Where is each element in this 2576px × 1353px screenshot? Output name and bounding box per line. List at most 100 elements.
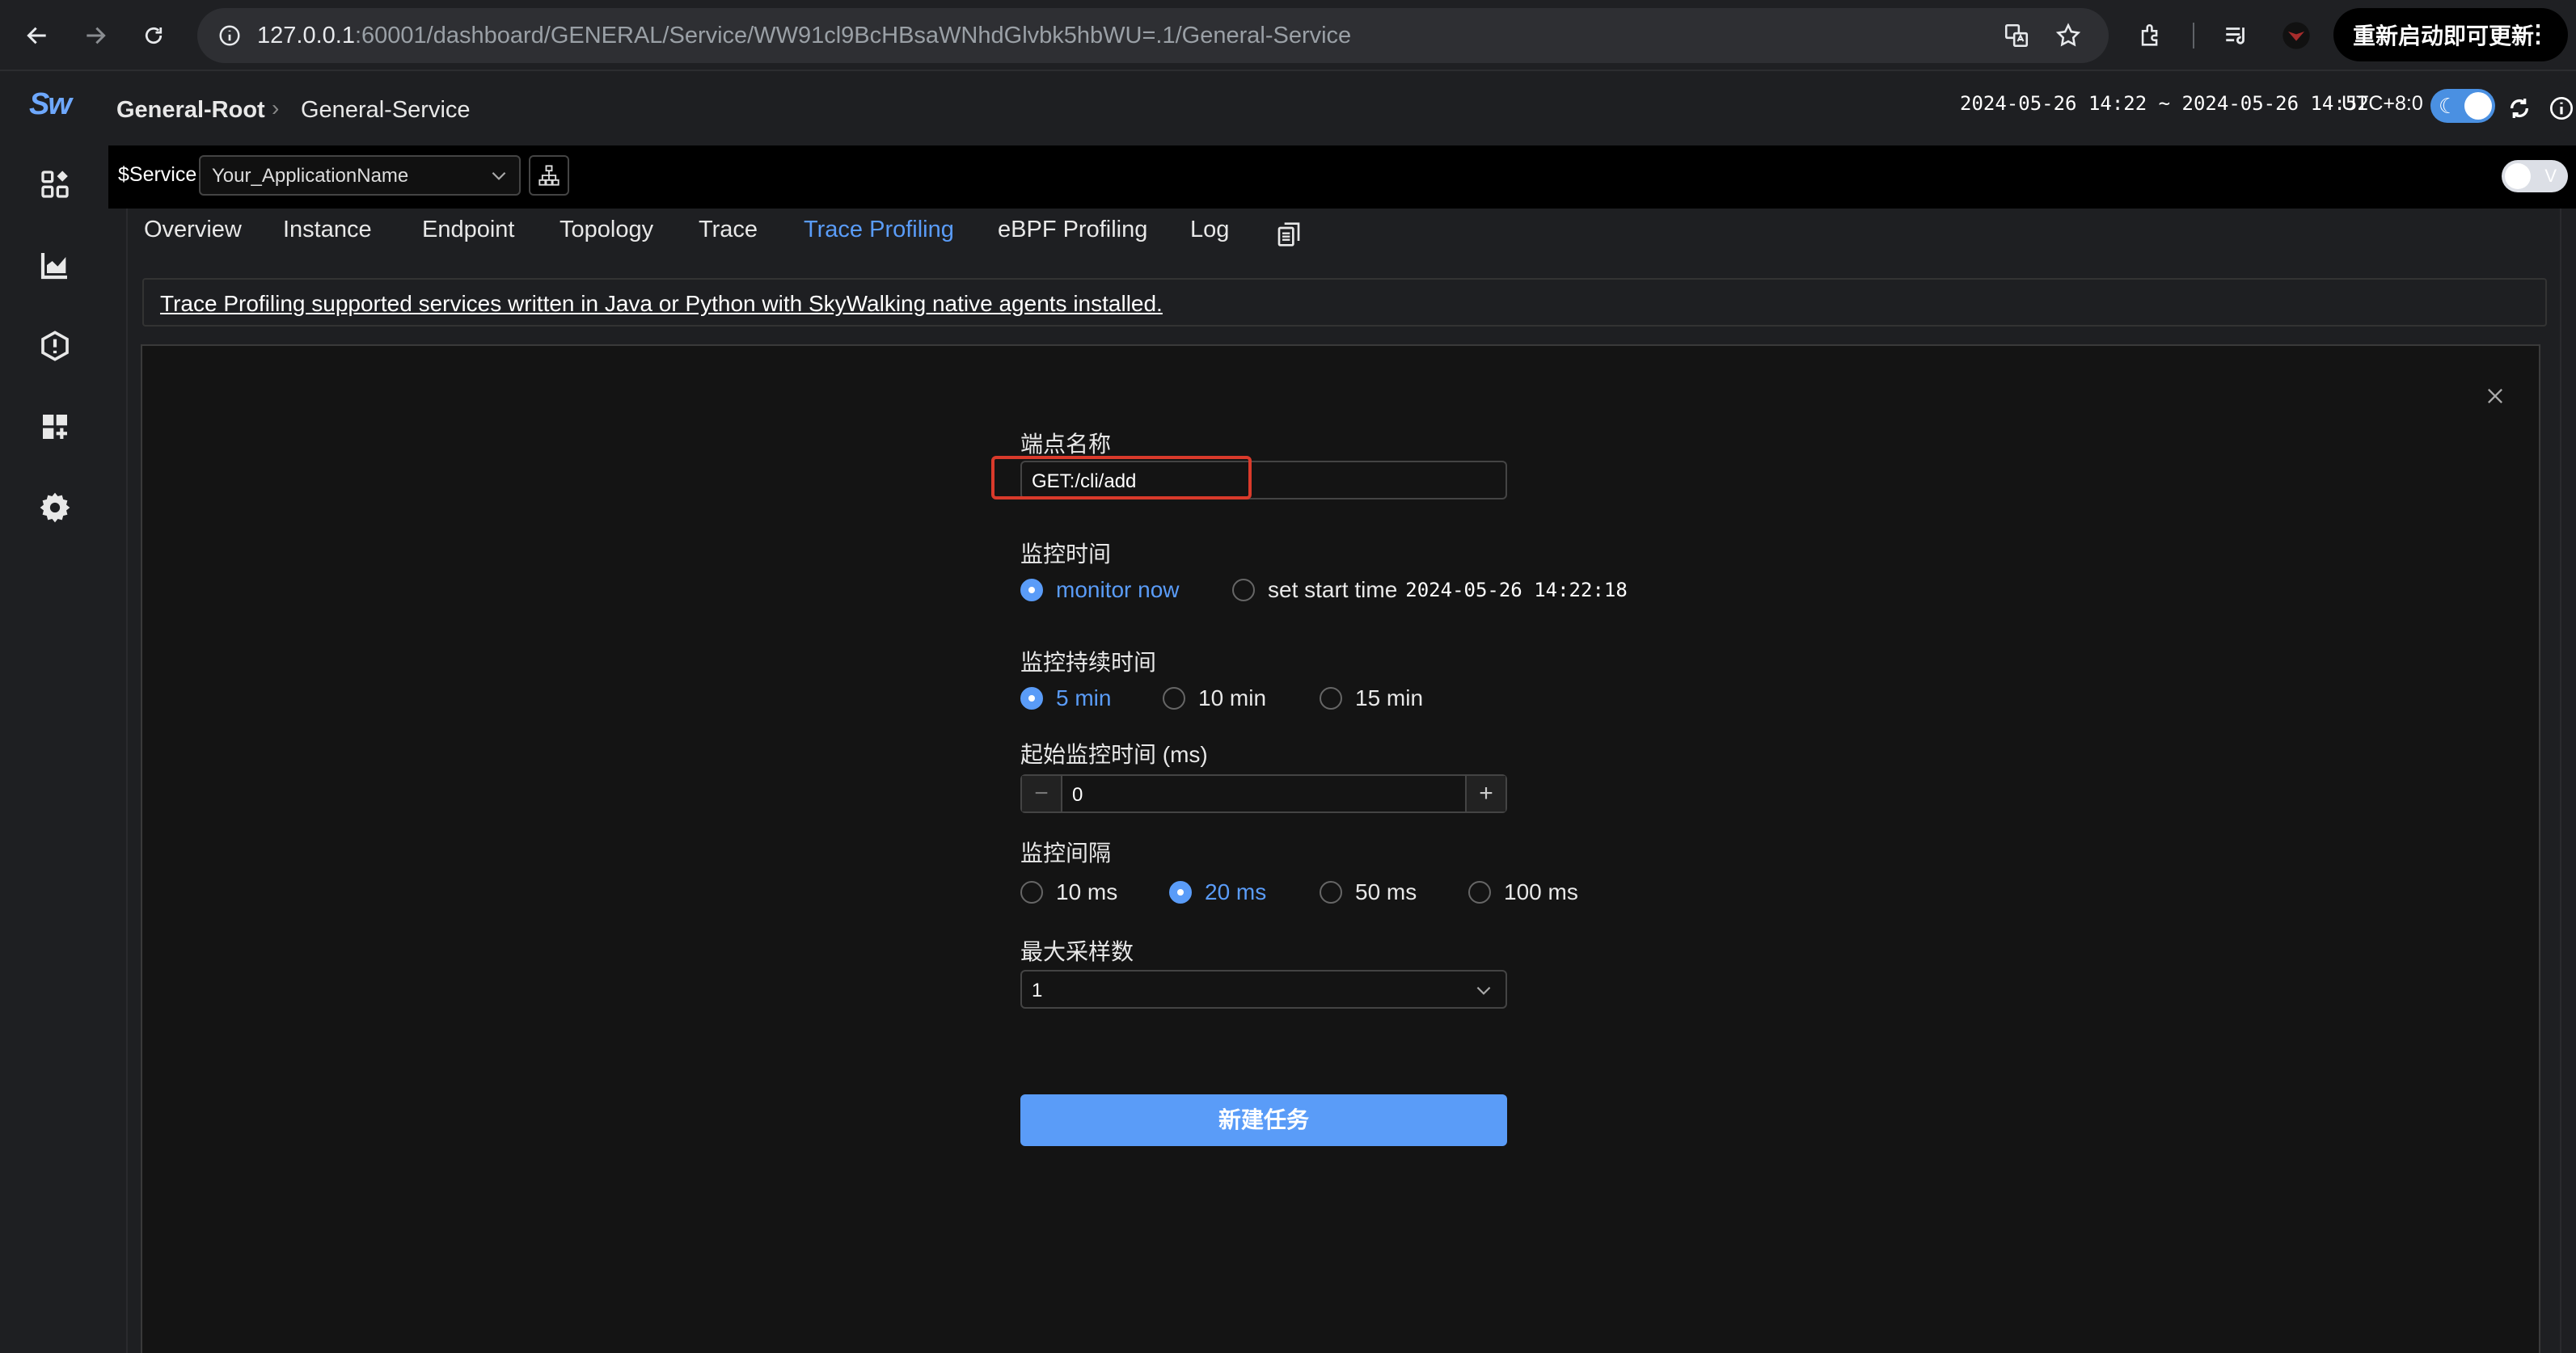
radio-dot [1163,687,1185,710]
interval-label: 监控间隔 [1020,841,1112,866]
dashboard-header: General-Root › General-Service 2024-05-2… [108,73,2576,145]
tab-instance[interactable]: Instance [283,217,372,243]
extensions-icon[interactable] [2130,15,2172,57]
dashboard-icon[interactable] [32,162,78,207]
max-samples-label: 最大采样数 [1020,939,1134,964]
address-bar[interactable]: 127.0.0.1:60001/dashboard/GENERAL/Servic… [197,8,2109,63]
interval-option-label: 100 ms [1504,879,1578,904]
timezone-label[interactable]: UTC+8:0 [2342,92,2423,116]
tab-bar: Overview Instance Endpoint Topology Trac… [128,209,2563,268]
profile-avatar-icon[interactable] [2275,15,2317,57]
set-start-time-label: set start time [1268,577,1398,602]
duration-option-label: 15 min [1355,685,1424,710]
add-widget-icon[interactable] [32,404,78,449]
service-select[interactable]: Your_ApplicationName [199,155,521,196]
notice-link[interactable]: Trace Profiling supported services writt… [160,291,1163,317]
radio-dot [1020,687,1043,710]
left-sidebar: Sw [0,73,108,1353]
copy-icon[interactable] [1273,218,1305,251]
monitor-now-label: monitor now [1056,577,1180,602]
chevron-down-icon [488,165,509,190]
endpoint-label: 端点名称 [1020,432,1112,457]
forward-icon[interactable] [74,15,116,57]
close-icon[interactable] [2479,380,2511,412]
relaunch-update-button[interactable]: 重新启动即可更新 ⋮ [2333,8,2568,61]
main-content: Overview Instance Endpoint Topology Trac… [126,209,2561,1353]
reload-icon[interactable] [133,15,175,57]
duration-15min-radio[interactable]: 15 min [1320,685,1423,711]
radio-dot [1232,579,1255,601]
start-time-value[interactable]: 2024-05-26 14:22:18 [1405,579,1628,601]
alert-icon[interactable] [32,323,78,369]
radio-dot [1020,881,1043,904]
increment-button[interactable]: + [1465,776,1505,811]
start-offset-value[interactable]: 0 [1072,784,1083,807]
radio-dot [1320,687,1342,710]
site-info-icon[interactable] [210,16,249,55]
back-icon[interactable] [16,15,58,57]
reading-list-icon[interactable] [2215,15,2257,57]
interval-10ms-radio[interactable]: 10 ms [1020,879,1117,905]
duration-label: 监控持续时间 [1020,650,1157,675]
radio-dot [1020,579,1043,601]
auto-refresh-icon[interactable] [2503,92,2536,124]
tab-endpoint[interactable]: Endpoint [422,217,515,243]
hierarchy-button[interactable] [529,155,569,196]
chart-icon[interactable] [32,242,78,288]
interval-option-label: 10 ms [1056,879,1118,904]
breadcrumb-root[interactable]: General-Root [116,97,265,124]
tab-trace[interactable]: Trace [699,217,758,243]
toolbar-divider [2193,23,2194,48]
chevron-down-icon [1473,980,1494,1005]
tab-trace-profiling[interactable]: Trace Profiling [804,217,954,243]
duration-5min-radio[interactable]: 5 min [1020,685,1111,711]
start-offset-label: 起始监控时间 (ms) [1020,742,1208,767]
view-toggle[interactable]: V [2502,160,2568,192]
create-task-button[interactable]: 新建任务 [1020,1094,1507,1146]
tab-overview[interactable]: Overview [144,217,242,243]
max-samples-select[interactable]: 1 [1020,970,1507,1009]
duration-option-label: 10 min [1198,685,1267,710]
service-select-value: Your_ApplicationName [212,165,409,187]
breadcrumb-service: General-Service [301,97,471,123]
monitor-now-radio[interactable]: monitor now [1020,577,1180,603]
tab-log[interactable]: Log [1190,217,1229,243]
interval-100ms-radio[interactable]: 100 ms [1468,879,1578,905]
relaunch-label: 重新启动即可更新 [2353,23,2535,48]
tab-ebpf-profiling[interactable]: eBPF Profiling [998,217,1147,243]
time-range-picker[interactable]: 2024-05-26 14:22 ~ 2024-05-26 14:52 [1960,92,2369,115]
toggle-knob [2464,92,2492,120]
decrement-button[interactable]: − [1022,776,1062,811]
radio-dot [1468,881,1491,904]
new-task-dialog: 端点名称 GET:/cli/add 监控时间 monitor now set s… [141,344,2540,1353]
tab-topology[interactable]: Topology [560,217,653,243]
max-samples-value: 1 [1032,980,1043,1001]
chrome-menu-icon[interactable]: ⋮ [2526,8,2550,61]
duration-10min-radio[interactable]: 10 min [1163,685,1266,711]
duration-option-label: 5 min [1056,685,1112,710]
radio-dot [1169,881,1192,904]
set-start-time-radio[interactable]: set start time 2024-05-26 14:22:18 [1232,577,1628,603]
hierarchy-icon [538,165,560,186]
url-text: 127.0.0.1:60001/dashboard/GENERAL/Servic… [257,23,1352,48]
interval-option-label: 50 ms [1355,879,1417,904]
bookmark-star-icon[interactable] [2050,18,2086,53]
interval-option-label: 20 ms [1205,879,1267,904]
profiling-notice: Trace Profiling supported services writt… [142,278,2547,327]
browser-toolbar: 127.0.0.1:60001/dashboard/GENERAL/Servic… [0,0,2576,71]
settings-icon[interactable] [32,485,78,530]
annotation-highlight-box [991,456,1252,499]
info-icon[interactable] [2545,92,2576,124]
service-selector-bar: $Service Your_ApplicationName V [108,145,2576,209]
translate-icon[interactable] [1999,18,2034,53]
interval-50ms-radio[interactable]: 50 ms [1320,879,1417,905]
interval-20ms-radio[interactable]: 20 ms [1169,879,1266,905]
skywalking-logo[interactable]: Sw [29,87,72,122]
breadcrumb-separator-icon: › [272,95,280,120]
service-selector-label: $Service [118,163,197,186]
view-toggle-label: V [2544,166,2557,186]
monitor-time-label: 监控时间 [1020,542,1112,567]
theme-toggle[interactable]: ☾ [2430,89,2495,123]
moon-icon: ☾ [2439,94,2458,118]
start-offset-stepper[interactable]: − 0 + [1020,774,1507,813]
